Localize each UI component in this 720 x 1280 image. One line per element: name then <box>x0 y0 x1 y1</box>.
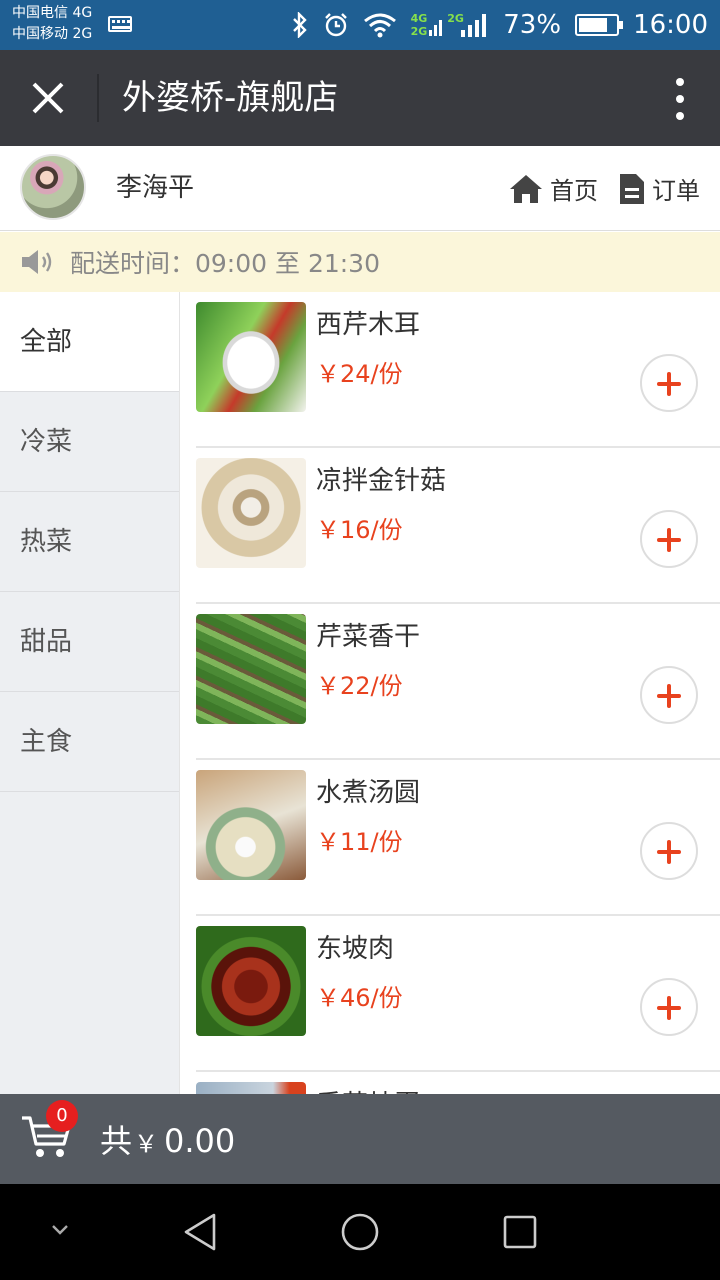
currency-symbol: ￥ <box>134 1130 159 1158</box>
dish-name: 番茄炒蛋 <box>316 1084 420 1094</box>
network-tag-2g-secondary: 2G <box>447 12 464 25</box>
network-type-tags: 4G 2G <box>411 12 428 38</box>
dish-price: ￥22/份 <box>316 672 403 700</box>
delivery-time-text: 配送时间：09:00 至 21:30 <box>70 249 380 278</box>
category-staple-food[interactable]: 主食 <box>0 692 179 792</box>
bluetooth-icon <box>292 12 307 38</box>
title-bar: 外婆桥-旗舰店 <box>0 50 720 146</box>
keyboard-icon <box>108 16 132 32</box>
add-to-cart-button[interactable] <box>640 666 698 724</box>
menu-item: 水煮汤圆 ￥11/份 <box>196 760 720 916</box>
category-sidebar: 全部 冷菜 热菜 甜品 主食 <box>0 292 180 1094</box>
menu-item: 番茄炒蛋 <box>196 1072 720 1094</box>
carrier-info: 中国电信 4G 中国移动 2G <box>12 3 92 45</box>
document-icon <box>620 173 644 204</box>
dish-image[interactable] <box>196 458 306 568</box>
home-label: 首页 <box>550 177 598 205</box>
dish-name: 凉拌金针菇 <box>316 466 447 496</box>
avatar[interactable] <box>20 154 86 220</box>
signal-icon-1 <box>429 20 443 36</box>
recent-apps-icon[interactable] <box>502 1212 538 1252</box>
dish-image[interactable] <box>196 302 306 412</box>
add-to-cart-button[interactable] <box>640 354 698 412</box>
user-bar: 李海平 首页 订单 <box>0 146 720 231</box>
title-divider <box>97 74 99 122</box>
user-name: 李海平 <box>116 173 195 203</box>
clock: 16:00 <box>633 10 708 40</box>
dish-name: 西芹木耳 <box>316 310 421 340</box>
carrier-1: 中国电信 4G <box>12 5 93 21</box>
network-tag-2g: 2G <box>410 25 428 38</box>
battery-icon <box>575 14 624 36</box>
cart-bar[interactable]: 0 共￥ 0.00 <box>0 1094 720 1184</box>
cart-total: 共￥ 0.00 <box>100 1094 235 1184</box>
dish-price: ￥24/份 <box>316 360 403 388</box>
more-options-icon[interactable] <box>674 78 686 120</box>
dish-image[interactable] <box>196 1082 306 1094</box>
battery-percent: 73% <box>503 10 562 40</box>
dish-name: 水煮汤圆 <box>316 778 421 808</box>
add-to-cart-button[interactable] <box>640 822 698 880</box>
system-nav-bar <box>0 1184 720 1280</box>
status-icons: 4G 2G 2G 73% 16:00 <box>291 0 708 50</box>
alarm-icon <box>324 13 347 37</box>
dish-name: 东坡肉 <box>316 934 395 964</box>
dish-price: ￥16/份 <box>316 516 403 544</box>
category-desserts[interactable]: 甜品 <box>0 592 179 692</box>
delivery-notice: 配送时间：09:00 至 21:30 <box>0 232 720 292</box>
menu-item: 东坡肉 ￥46/份 <box>196 916 720 1072</box>
network-tag-4g: 4G <box>410 12 428 25</box>
header-nav: 首页 订单 <box>508 146 700 231</box>
category-hot-dishes[interactable]: 热菜 <box>0 492 179 592</box>
cart-total-amount: 0.00 <box>164 1122 236 1160</box>
home-link[interactable]: 首页 <box>508 171 598 206</box>
menu-item: 芹菜香干 ￥22/份 <box>196 604 720 760</box>
back-icon[interactable] <box>182 1212 218 1252</box>
cart-count-badge: 0 <box>46 1100 78 1132</box>
category-all[interactable]: 全部 <box>0 292 179 392</box>
chevron-down-icon[interactable] <box>48 1222 72 1238</box>
page-title: 外婆桥-旗舰店 <box>122 78 339 118</box>
menu-item: 凉拌金针菇 ￥16/份 <box>196 448 720 604</box>
dish-image[interactable] <box>196 926 306 1036</box>
dish-price: ￥11/份 <box>316 828 403 856</box>
home-nav-icon[interactable] <box>340 1212 380 1252</box>
home-icon <box>510 174 542 203</box>
add-to-cart-button[interactable] <box>640 978 698 1036</box>
menu-list: 西芹木耳 ￥24/份 凉拌金针菇 ￥16/份 芹菜香干 ￥22/份 水煮汤圆 ￥… <box>180 292 720 1094</box>
dish-price: ￥46/份 <box>316 984 403 1012</box>
carrier-2: 中国移动 2G <box>12 26 93 42</box>
dish-image[interactable] <box>196 614 306 724</box>
speaker-icon <box>22 250 52 274</box>
orders-link[interactable]: 订单 <box>618 171 700 206</box>
category-cold-dishes[interactable]: 冷菜 <box>0 392 179 492</box>
cart-total-prefix: 共 <box>100 1122 133 1160</box>
dish-name: 芹菜香干 <box>316 622 421 652</box>
menu-item: 西芹木耳 ￥24/份 <box>196 292 720 448</box>
close-icon[interactable] <box>24 74 72 122</box>
status-bar: 中国电信 4G 中国移动 2G 4G 2G 2G 73% 16:00 <box>0 0 720 50</box>
wifi-icon <box>363 13 396 38</box>
dish-image[interactable] <box>196 770 306 880</box>
orders-label: 订单 <box>652 177 700 205</box>
add-to-cart-button[interactable] <box>640 510 698 568</box>
